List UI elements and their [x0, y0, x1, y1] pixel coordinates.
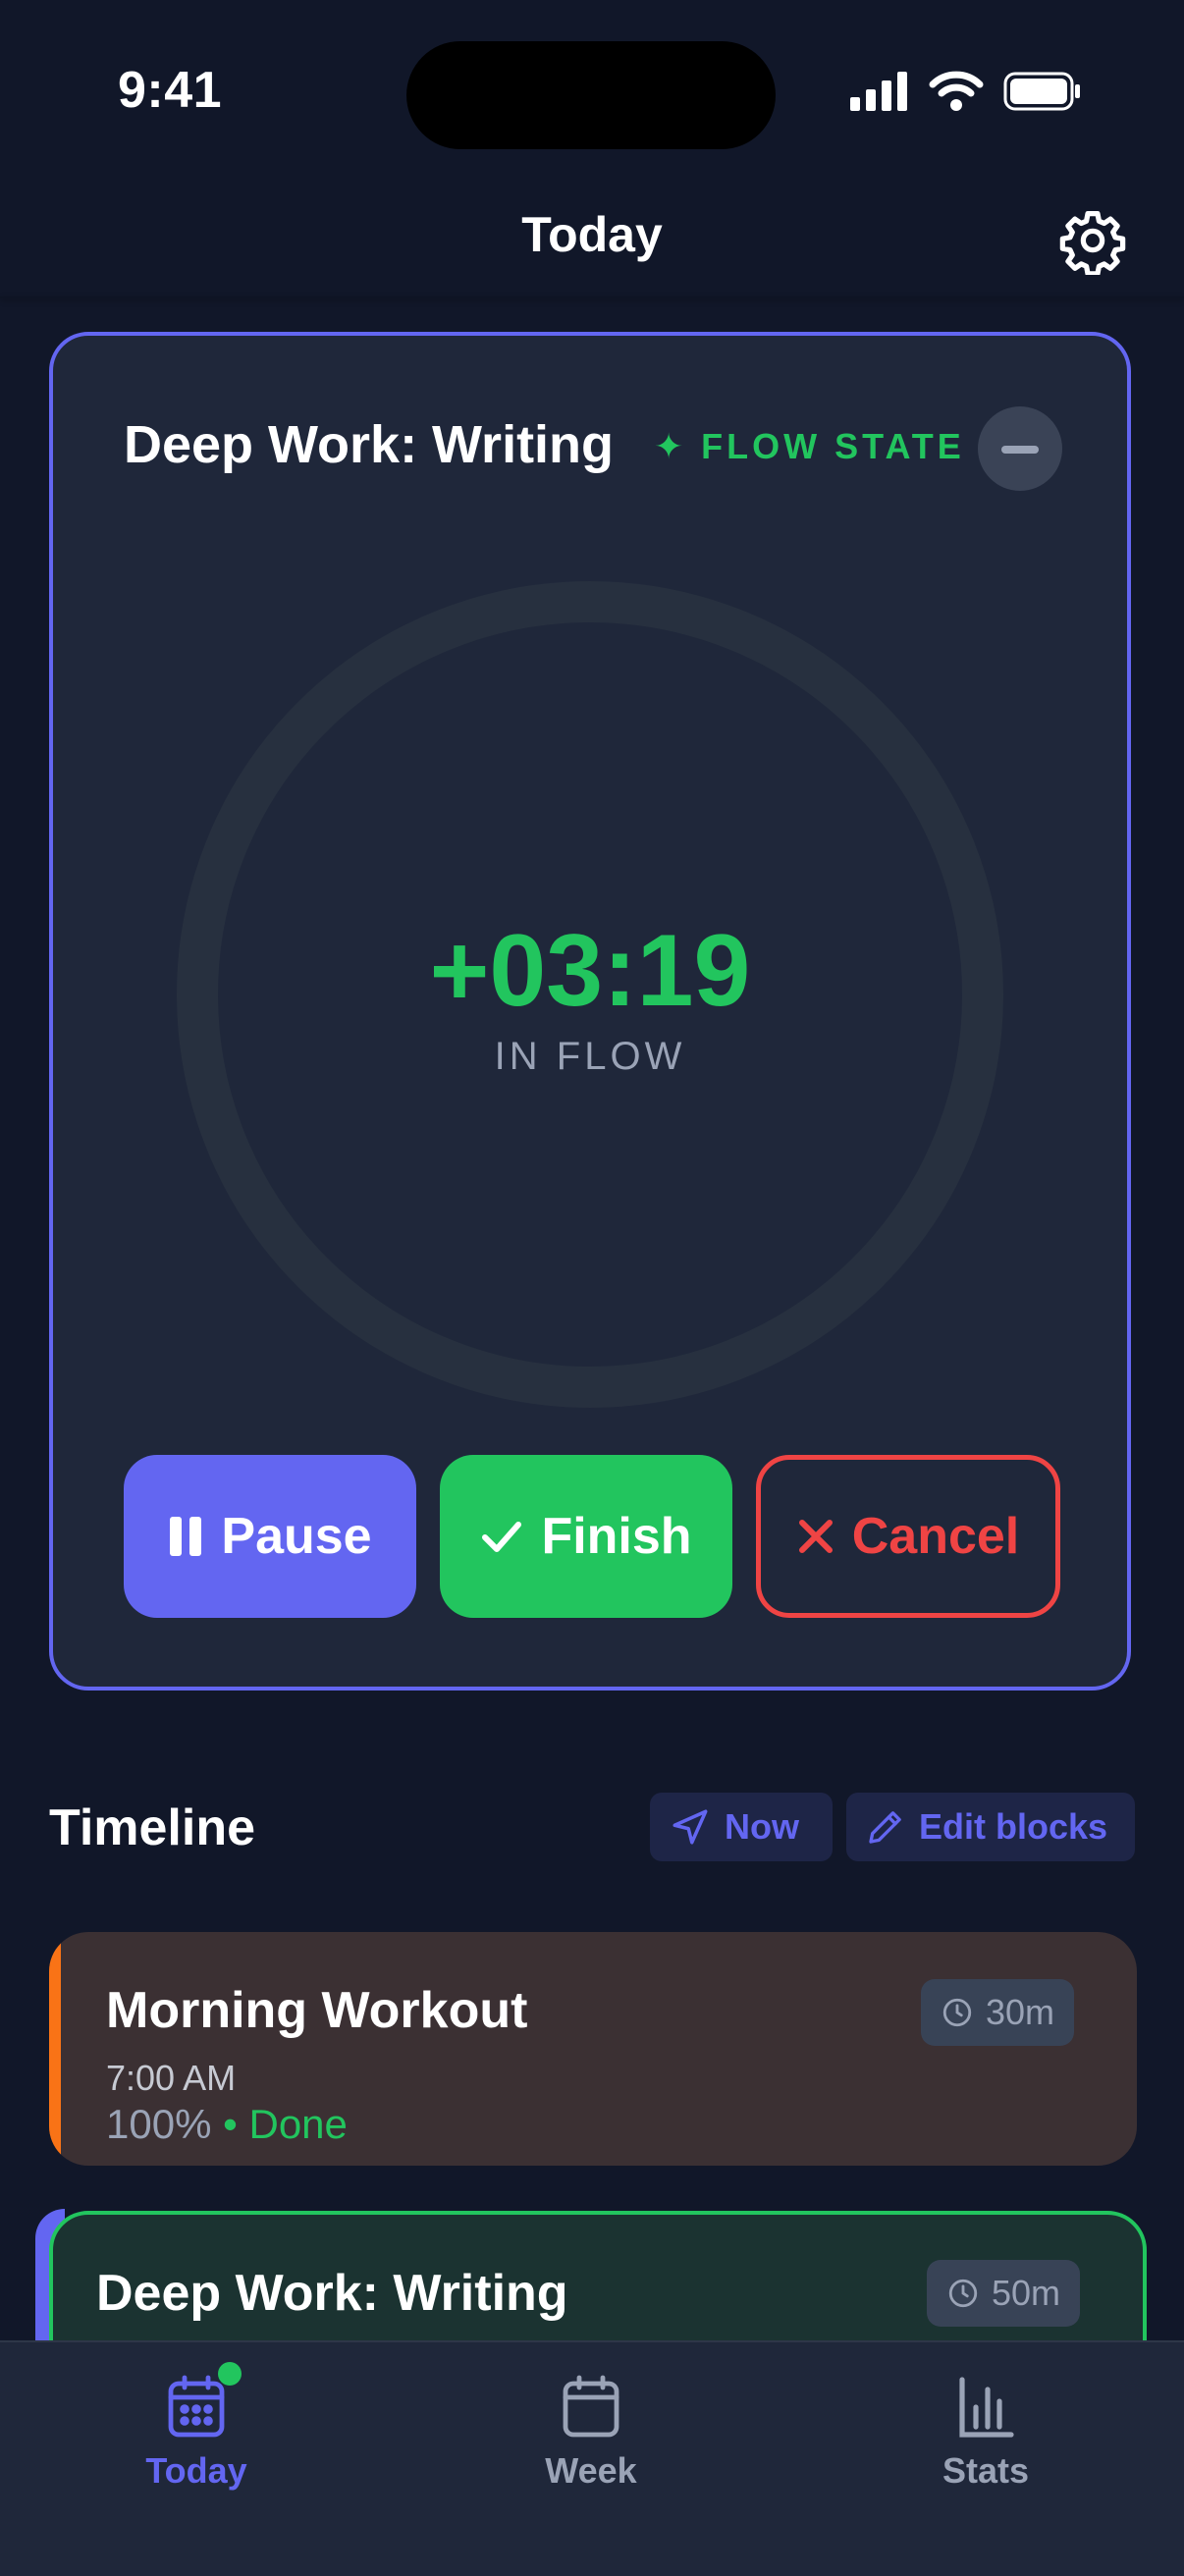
wifi-icon — [929, 71, 984, 111]
battery-icon — [1003, 72, 1080, 111]
block-progress: 100% • Done — [106, 2101, 348, 2148]
gear-icon — [1059, 210, 1126, 277]
tab-label: Stats — [942, 2450, 1030, 2491]
pause-label: Pause — [221, 1508, 372, 1565]
timer-status-label: IN FLOW — [494, 1035, 686, 1078]
status-icons — [850, 71, 1082, 112]
now-label: Now — [725, 1806, 799, 1847]
elapsed-timer: +03:19 — [429, 914, 751, 1028]
close-icon — [798, 1520, 833, 1553]
timeline-heading: Timeline — [49, 1799, 256, 1856]
cancel-button[interactable]: Cancel — [756, 1455, 1060, 1618]
active-indicator-dot — [218, 2362, 242, 2386]
checkmark-icon — [482, 1522, 522, 1552]
duration-value: 50m — [992, 2273, 1061, 2313]
flow-state-badge: ✦ FLOW STATE — [654, 426, 965, 466]
block-start-time: 7:00 AM — [106, 2058, 237, 2098]
cancel-label: Cancel — [851, 1508, 1020, 1565]
settings-button[interactable] — [1058, 206, 1127, 277]
clock-icon — [948, 2279, 978, 2308]
tab-today[interactable]: Today — [79, 2374, 314, 2492]
tab-stats[interactable]: Stats — [868, 2374, 1103, 2492]
session-title: Deep Work: Writing — [124, 415, 615, 474]
separator-dot: • — [223, 2101, 238, 2147]
cellular-signal-icon — [850, 72, 907, 111]
calendar-icon — [168, 2375, 225, 2438]
calendar-icon — [563, 2375, 619, 2438]
category-stripe — [49, 1932, 61, 2166]
finish-label: Finish — [541, 1508, 692, 1565]
status-label: Done — [248, 2101, 348, 2147]
jump-to-now-button[interactable]: Now — [650, 1793, 833, 1861]
block-title: Deep Work: Writing — [96, 2265, 568, 2322]
pencil-icon — [869, 1811, 901, 1844]
duration-badge: 30m — [921, 1979, 1075, 2046]
edit-blocks-button[interactable]: Edit blocks — [846, 1793, 1135, 1861]
tab-week[interactable]: Week — [473, 2374, 709, 2492]
tab-label: Week — [545, 2450, 637, 2491]
bar-chart-icon — [959, 2377, 1014, 2438]
finish-button[interactable]: Finish — [440, 1455, 732, 1618]
dynamic-island — [406, 41, 776, 149]
duration-badge: 50m — [927, 2260, 1081, 2327]
status-time: 9:41 — [118, 62, 223, 119]
clock-icon — [942, 1998, 972, 2027]
edit-blocks-label: Edit blocks — [919, 1806, 1108, 1847]
pause-button[interactable]: Pause — [124, 1455, 416, 1618]
duration-value: 30m — [986, 1992, 1055, 2032]
progress-value: 100% — [106, 2101, 212, 2147]
pause-icon — [170, 1517, 202, 1556]
page-title: Today — [521, 207, 663, 262]
tab-label: Today — [145, 2450, 247, 2491]
block-title: Morning Workout — [106, 1982, 528, 2039]
nav-divider — [0, 296, 1184, 298]
location-arrow-icon — [673, 1809, 708, 1845]
minimize-button[interactable] — [978, 406, 1062, 491]
